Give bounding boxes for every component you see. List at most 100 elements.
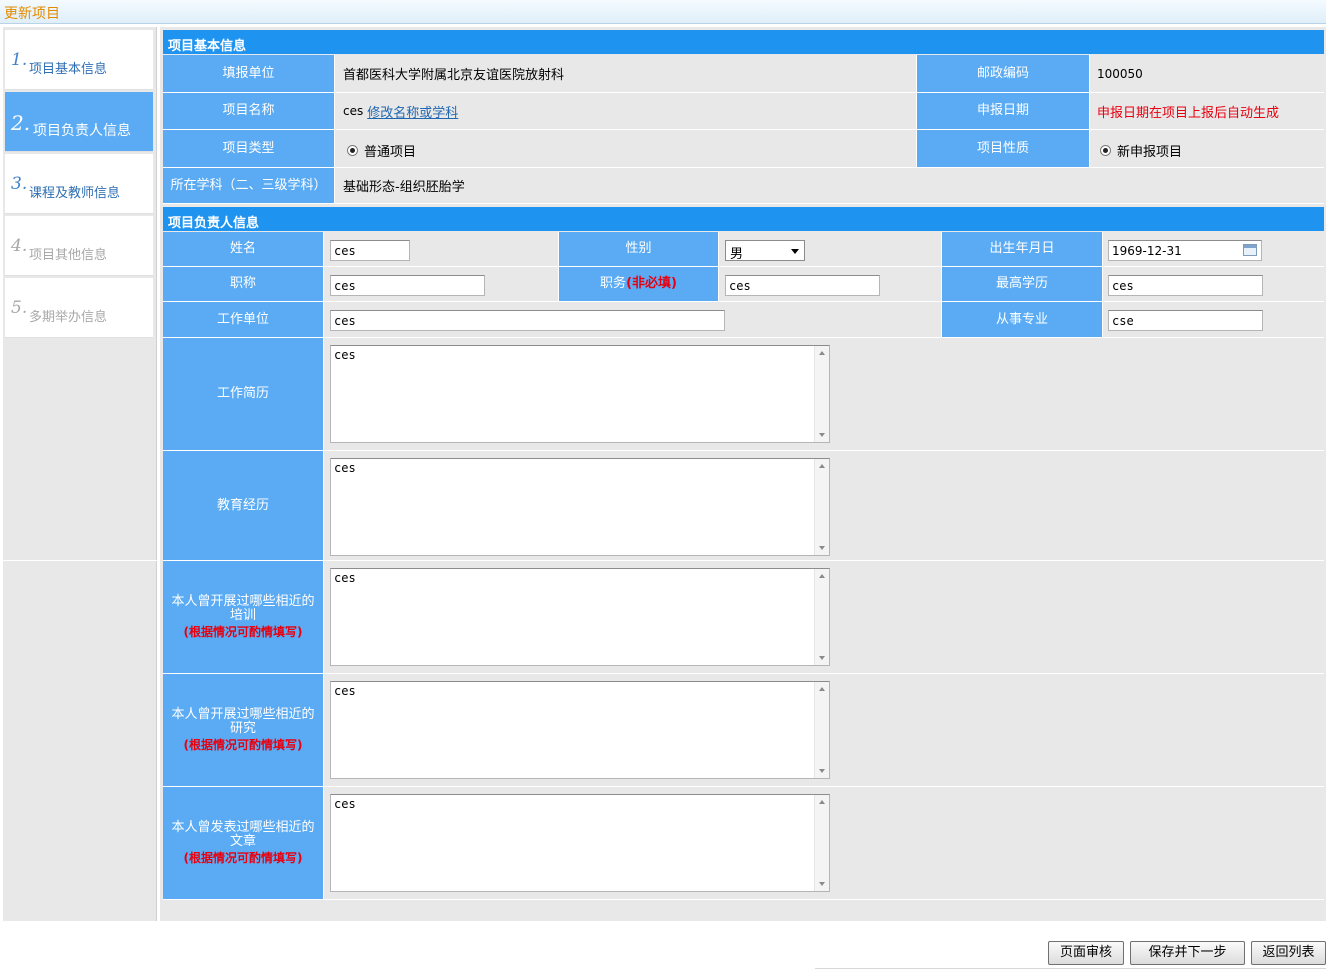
step-basic-info[interactable]: 1. 项目基本信息 — [5, 30, 153, 90]
form-row: 本人曾开展过哪些相近的培训 (根据情况可酌情填写) ces — [163, 561, 1324, 674]
scrollbar[interactable] — [814, 459, 829, 555]
training-label: 本人曾开展过哪些相近的培训 (根据情况可酌情填写) — [163, 561, 324, 673]
form-row: 所在学科（二、三级学科） 基础形态-组织胚胎学 — [163, 168, 1324, 204]
education-level-input[interactable]: ces — [1108, 275, 1263, 296]
training-textarea[interactable]: ces — [330, 568, 830, 666]
education-history-textarea[interactable]: ces — [330, 458, 830, 556]
education-level-label: 最高学历 — [941, 267, 1103, 301]
project-nature-label: 项目性质 — [916, 130, 1090, 167]
form-row: 填报单位 首都医科大学附属北京友谊医院放射科 邮政编码 100050 — [163, 55, 1324, 93]
calendar-icon[interactable] — [1243, 244, 1257, 256]
edit-name-link[interactable]: 修改名称或学科 — [367, 102, 458, 121]
subject-value: 基础形态-组织胚胎学 — [343, 180, 465, 195]
resume-text: ces — [334, 348, 356, 362]
step-multi-session-info: 5. 多期举办信息 — [5, 278, 153, 338]
step-label: 项目其他信息 — [29, 248, 108, 263]
postcode-value: 100050 — [1097, 66, 1143, 81]
research-textarea[interactable]: ces — [330, 681, 830, 779]
optional-note: (非必填) — [626, 276, 677, 291]
training-text: ces — [334, 571, 356, 585]
form-row: 项目类型 普通项目 项目性质 新申报项目 — [163, 130, 1324, 168]
optional-note: (根据情况可酌情填写) — [183, 738, 303, 752]
page-title: 更新项目 — [4, 6, 60, 22]
birth-date-input[interactable]: 1969-12-31 — [1108, 240, 1262, 261]
step-number: 1. — [11, 50, 28, 70]
unit-label: 填报单位 — [163, 55, 335, 92]
scrollbar[interactable] — [814, 682, 829, 778]
scroll-up-icon[interactable] — [819, 574, 825, 578]
section-header-basic: 项目基本信息 — [163, 30, 1324, 54]
project-type-label: 项目类型 — [163, 130, 335, 167]
work-unit-input[interactable]: ces — [330, 310, 725, 331]
step-other-info: 4. 项目其他信息 — [5, 216, 153, 276]
project-name-text: ces — [343, 104, 364, 118]
form-row: 工作简历 ces — [163, 338, 1324, 451]
project-type-option[interactable]: 普通项目 — [347, 132, 416, 169]
articles-label: 本人曾发表过哪些相近的文章 (根据情况可酌情填写) — [163, 787, 324, 899]
form-row: 项目名称 ces 修改名称或学科 申报日期 申报日期在项目上报后自动生成 — [163, 93, 1324, 130]
research-text: ces — [334, 684, 356, 698]
duty-label-text: 职务 — [600, 276, 627, 291]
step-number: 2. — [11, 111, 31, 135]
articles-textarea[interactable]: ces — [330, 794, 830, 892]
section-header-leader: 项目负责人信息 — [163, 207, 1324, 231]
scroll-down-icon[interactable] — [819, 882, 825, 886]
scrollbar[interactable] — [814, 569, 829, 665]
step-label: 项目负责人信息 — [33, 123, 131, 139]
scroll-down-icon[interactable] — [819, 546, 825, 550]
birth-date-value: 1969-12-31 — [1112, 244, 1182, 258]
project-nature-text: 新申报项目 — [1117, 145, 1183, 160]
gender-label: 性别 — [558, 232, 719, 266]
step-number: 4. — [11, 236, 28, 256]
scroll-up-icon[interactable] — [819, 464, 825, 468]
gender-select[interactable]: 男 — [725, 240, 805, 262]
scroll-down-icon[interactable] — [819, 433, 825, 437]
scroll-up-icon[interactable] — [819, 800, 825, 804]
radio-selected-icon[interactable] — [347, 145, 358, 156]
scroll-down-icon[interactable] — [819, 769, 825, 773]
step-number: 5. — [11, 298, 28, 318]
articles-text: ces — [334, 797, 356, 811]
title-label: 职称 — [163, 267, 324, 301]
scroll-up-icon[interactable] — [819, 351, 825, 355]
page-review-button[interactable]: 页面审核 — [1048, 941, 1124, 965]
form-row: 本人曾发表过哪些相近的文章 (根据情况可酌情填写) ces — [163, 787, 1324, 900]
major-input[interactable]: cse — [1108, 310, 1263, 331]
form-row: 工作单位 ces 从事专业 cse — [163, 302, 1324, 338]
leader-name-input[interactable]: ces — [330, 240, 410, 261]
step-course-teacher-info[interactable]: 3. 课程及教师信息 — [5, 154, 153, 214]
leader-name-label: 姓名 — [163, 232, 324, 266]
scroll-down-icon[interactable] — [819, 656, 825, 660]
scrollbar[interactable] — [814, 346, 829, 442]
step-label: 课程及教师信息 — [29, 186, 121, 201]
save-next-button[interactable]: 保存并下一步 — [1130, 941, 1245, 965]
step-leader-info[interactable]: 2. 项目负责人信息 — [5, 92, 153, 152]
radio-selected-icon[interactable] — [1100, 145, 1111, 156]
education-history-label: 教育经历 — [163, 451, 324, 560]
duty-input[interactable]: ces — [725, 275, 880, 296]
education-history-text: ces — [334, 461, 356, 475]
project-name-label: 项目名称 — [163, 93, 335, 129]
project-name-value: ces 修改名称或学科 — [343, 93, 458, 129]
scrollbar[interactable] — [814, 795, 829, 891]
work-unit-label: 工作单位 — [163, 302, 324, 337]
chevron-down-icon — [791, 249, 799, 254]
back-to-list-button[interactable]: 返回列表 — [1251, 941, 1326, 965]
scroll-up-icon[interactable] — [819, 687, 825, 691]
duty-label: 职务 (非必填) — [558, 267, 719, 301]
postcode-label: 邮政编码 — [916, 55, 1090, 92]
divider — [3, 560, 157, 561]
gender-selected-value: 男 — [730, 247, 744, 262]
research-label: 本人曾开展过哪些相近的研究 (根据情况可酌情填写) — [163, 674, 324, 786]
birth-label: 出生年月日 — [941, 232, 1103, 266]
unit-value: 首都医科大学附属北京友谊医院放射科 — [343, 68, 565, 83]
apply-date-label: 申报日期 — [916, 93, 1090, 129]
page-header: 更新项目 — [0, 0, 1326, 24]
step-label: 多期举办信息 — [29, 310, 108, 325]
project-type-text: 普通项目 — [364, 145, 417, 160]
divider — [815, 968, 1326, 969]
resume-textarea[interactable]: ces — [330, 345, 830, 443]
form-row: 本人曾开展过哪些相近的研究 (根据情况可酌情填写) ces — [163, 674, 1324, 787]
title-input[interactable]: ces — [330, 275, 485, 296]
project-nature-option[interactable]: 新申报项目 — [1100, 132, 1182, 169]
